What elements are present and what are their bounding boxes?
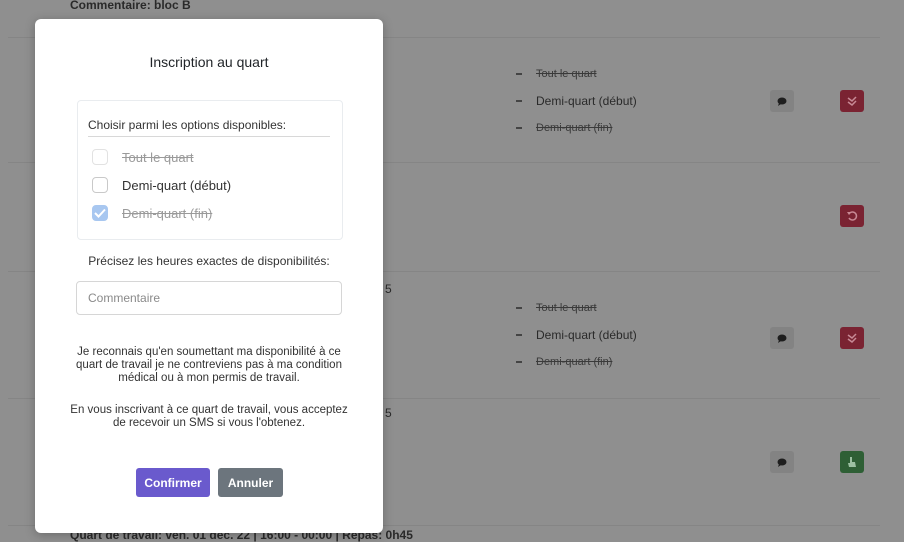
- accept-button[interactable]: [840, 327, 864, 349]
- double-check-icon: [847, 333, 857, 343]
- option-full-shift: Tout le quart: [92, 149, 194, 165]
- undo-icon: [847, 211, 858, 221]
- option-label: Demi-quart (fin): [122, 205, 213, 221]
- comment-button[interactable]: [770, 327, 794, 349]
- bg-top-text: Commentaire: bloc B: [70, 0, 191, 12]
- comment-input[interactable]: [76, 281, 342, 315]
- hand-pointer-icon: [848, 457, 856, 467]
- option-half-end: Demi-quart (fin): [92, 205, 212, 221]
- option-label: Demi-quart (début): [122, 177, 232, 193]
- signup-modal: Inscription au quart Choisir parmi les o…: [35, 19, 383, 533]
- cancel-button[interactable]: Annuler: [218, 468, 283, 497]
- accept-button[interactable]: [840, 90, 864, 112]
- modal-title: Inscription au quart: [149, 54, 269, 70]
- chat-icon: [777, 458, 787, 467]
- option-half-start[interactable]: Demi-quart (début): [92, 177, 231, 193]
- checkbox-full-shift: [92, 149, 108, 165]
- options-header: Choisir parmi les options disponibles:: [88, 118, 287, 132]
- chat-icon: [777, 334, 787, 343]
- comment-button[interactable]: [770, 90, 794, 112]
- bg-digit: 5: [385, 282, 392, 296]
- bg-options-list-1: Tout le quart Demi-quart (début) Demi-qu…: [516, 60, 637, 141]
- option-label: Tout le quart: [122, 149, 194, 165]
- undo-button[interactable]: [840, 205, 864, 227]
- disclaimer-medical: Je reconnais qu'en soumettant ma disponi…: [76, 346, 342, 384]
- chat-icon: [777, 97, 787, 106]
- checkbox-half-end: [92, 205, 108, 221]
- hours-prompt: Précisez les heures exactes de disponibi…: [88, 254, 330, 268]
- disclaimer-sms: En vous inscrivant à ce quart de travail…: [70, 404, 348, 429]
- divider: [88, 136, 330, 137]
- bg-digit: 5: [385, 406, 392, 420]
- confirm-button[interactable]: Confirmer: [136, 468, 210, 497]
- double-check-icon: [847, 96, 857, 106]
- bg-options-list-2: Tout le quart Demi-quart (début) Demi-qu…: [516, 294, 637, 375]
- apply-button[interactable]: [840, 451, 864, 473]
- checkbox-half-start[interactable]: [92, 177, 108, 193]
- options-box: Choisir parmi les options disponibles: T…: [77, 100, 343, 240]
- check-icon: [94, 208, 106, 218]
- comment-button[interactable]: [770, 451, 794, 473]
